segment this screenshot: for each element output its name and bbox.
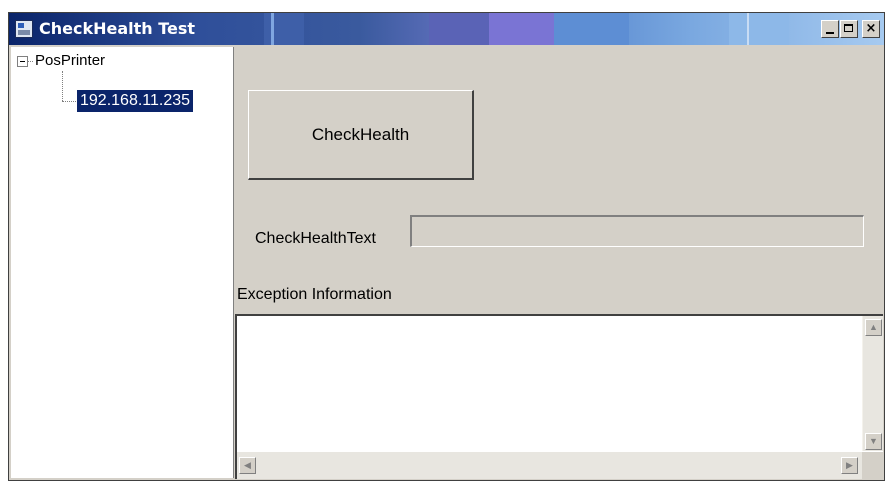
scroll-down-button[interactable]: ▼ <box>865 433 882 450</box>
scrollbar-corner <box>862 452 883 479</box>
window-title: CheckHealth Test <box>39 19 196 38</box>
app-window: CheckHealth Test × PosPrinter 192.168.11… <box>8 12 885 481</box>
checkhealth-button[interactable]: CheckHealth <box>248 90 474 180</box>
horizontal-scrollbar[interactable]: ◀ ▶ <box>237 452 862 479</box>
close-button[interactable]: × <box>862 20 880 38</box>
scroll-right-button[interactable]: ▶ <box>841 457 858 474</box>
tree-connector <box>62 71 63 101</box>
close-icon: × <box>865 21 877 36</box>
minimize-button[interactable] <box>821 20 839 38</box>
collapse-minus-icon[interactable] <box>17 56 28 67</box>
title-bar[interactable]: CheckHealth Test × <box>9 13 884 45</box>
tree-connector <box>62 101 76 102</box>
scroll-right-icon: ▶ <box>846 460 853 470</box>
minimize-icon <box>826 32 834 34</box>
maximize-icon <box>844 24 853 32</box>
scroll-up-icon: ▲ <box>869 322 878 332</box>
tree-connector <box>28 61 33 62</box>
maximize-button[interactable] <box>840 20 858 38</box>
exception-information-label: Exception Information <box>237 286 392 303</box>
scroll-left-icon: ◀ <box>244 460 251 470</box>
scroll-down-icon: ▼ <box>869 436 878 446</box>
checkhealth-button-label: CheckHealth <box>311 124 410 144</box>
scroll-left-button[interactable]: ◀ <box>239 457 256 474</box>
checkhealthtext-label: CheckHealthText <box>255 230 376 247</box>
checkhealthtext-field[interactable] <box>410 215 864 247</box>
scroll-up-button[interactable]: ▲ <box>865 319 882 336</box>
vertical-scrollbar[interactable]: ▲ ▼ <box>862 316 883 451</box>
app-window-icon[interactable] <box>15 20 33 38</box>
exception-information-textbox[interactable]: ▲ ▼ ◀ ▶ <box>235 314 883 479</box>
device-tree[interactable]: PosPrinter 192.168.11.235 <box>11 47 234 478</box>
tree-node-posprinter[interactable]: PosPrinter <box>35 52 105 70</box>
tree-node-ip-address[interactable]: 192.168.11.235 <box>77 90 194 112</box>
